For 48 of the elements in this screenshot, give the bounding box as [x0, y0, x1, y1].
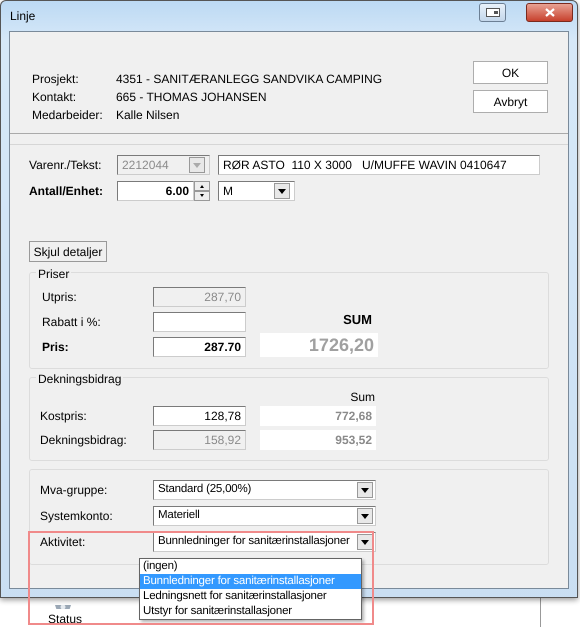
field-label: Pris: [41, 339, 70, 356]
dropdown-option[interactable]: Utstyr for sanitærinstallasjoner [140, 604, 361, 619]
dropdown-field[interactable]: Bunnledninger for sanitærinstallasjoner [153, 532, 376, 552]
field-value: Kalle Nilsen [116, 107, 180, 124]
unit-combobox[interactable]: M [218, 181, 295, 201]
field-value: 665 - THOMAS JOHANSEN [116, 89, 266, 106]
price-field[interactable] [153, 312, 246, 332]
field-label: Antall/Enhet: [29, 183, 104, 200]
field-label: Medarbeider: [32, 107, 104, 124]
sum-value: 953,52 [260, 430, 376, 450]
price-field: 158,92 [153, 430, 246, 450]
field-label: Utpris: [41, 289, 78, 306]
dropdown-field[interactable]: Standard (25,00%) [153, 480, 376, 500]
window-icon[interactable] [479, 3, 506, 22]
dropdown-option[interactable]: (ingen) [140, 559, 361, 574]
cancel-button[interactable]: Avbryt [473, 90, 548, 113]
sum-value: 1726,20 [260, 333, 378, 357]
field-label: Prosjekt: [32, 71, 80, 88]
combobox-value: M [223, 183, 233, 200]
field-label: Mva-gruppe: [40, 482, 108, 499]
close-icon[interactable] [526, 3, 573, 22]
combobox-value: Materiell [158, 508, 200, 524]
dropdown-option[interactable]: Ledningsnett for sanitærinstallasjoner [140, 589, 361, 604]
field-label: Systemkonto: [40, 508, 114, 525]
sum-heading: Sum [350, 390, 375, 404]
field-label: Dekningsbidrag: [40, 432, 128, 449]
dropdown-field[interactable]: Materiell [153, 506, 376, 526]
field-label: Varenr./Tekst: [29, 157, 102, 174]
item-text-field[interactable]: RØR ASTO 110 X 3000 U/MUFFE WAVIN 0410647 [218, 155, 540, 175]
sum-heading: SUM [342, 310, 373, 328]
price-field[interactable]: 128,78 [153, 406, 246, 426]
combobox-value: Standard (25,00%) [158, 482, 252, 498]
field-label: Aktivitet: [40, 534, 86, 551]
field-label: Kontakt: [32, 89, 78, 106]
price-field[interactable]: 287.70 [153, 337, 246, 357]
price-field: 287,70 [153, 287, 246, 307]
sum-value: 772,68 [260, 406, 376, 426]
field-label: Kostpris: [40, 408, 88, 425]
combobox-value: 2212044 [122, 157, 169, 174]
field-label: Rabatt i %: [41, 314, 102, 331]
status-label[interactable]: Status [48, 610, 82, 627]
hide-details-button[interactable]: Skjul detaljer [29, 241, 107, 262]
field-value: 4351 - SANITÆRANLEGG SANDVIKA CAMPING [116, 71, 382, 88]
ok-button[interactable]: OK [473, 61, 548, 84]
spinner-icon[interactable] [194, 181, 210, 201]
window-title: Linje [10, 8, 36, 25]
quantity-field[interactable]: 6.00 [117, 181, 194, 201]
combobox-value: Bunnledninger for sanitærinstallasjoner [158, 534, 350, 550]
